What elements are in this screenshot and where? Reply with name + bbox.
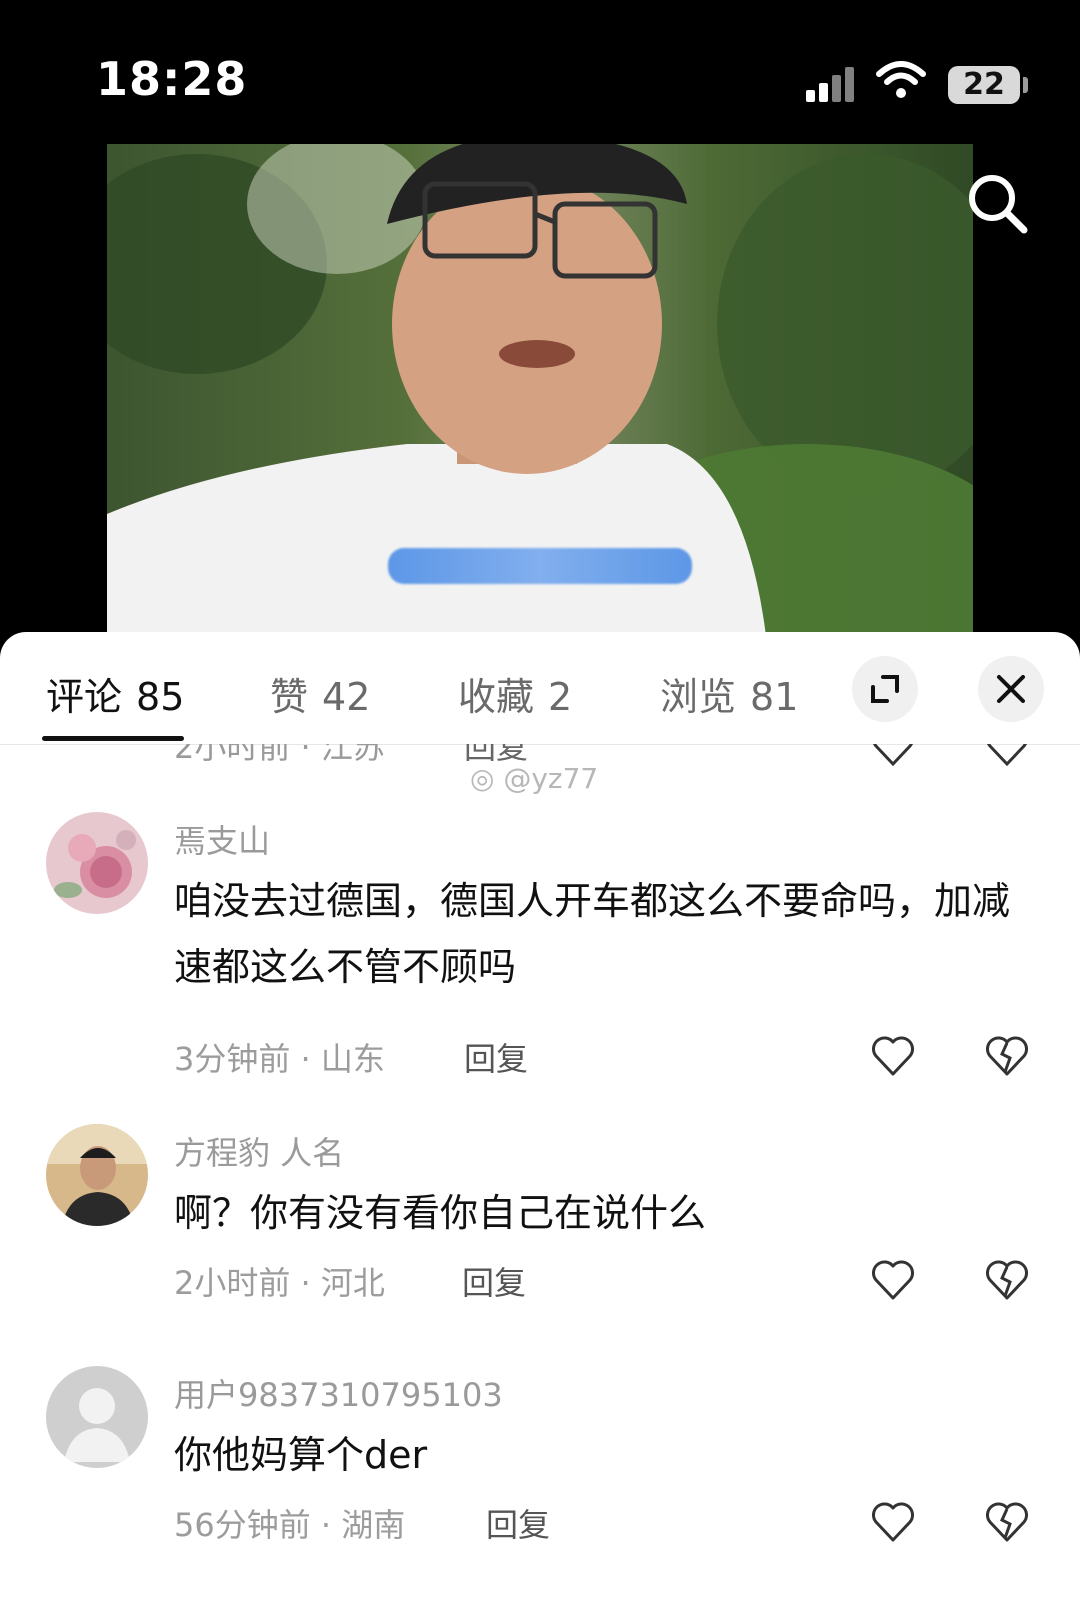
comment-text: 咱没去过德国，德国人开车都这么不要命吗，加减速都这么不管不顾吗: [174, 879, 1011, 989]
comment-item: 焉支山 咱没去过德国，德国人开车都这么不要命吗，加减速都这么不管不顾吗 3分钟前…: [0, 812, 1080, 1082]
heart-icon[interactable]: [870, 1500, 916, 1544]
tab-likes-label: 赞: [270, 675, 309, 719]
tab-comments-label: 评论: [46, 675, 123, 719]
tab-favorites[interactable]: 收藏 2: [458, 666, 572, 721]
comment-meta: 2小时前 · 河北: [174, 1264, 385, 1302]
tab-favorites-count: 2: [548, 675, 573, 719]
tab-views-count: 81: [750, 675, 799, 719]
avatar[interactable]: [46, 1124, 148, 1226]
broken-heart-icon[interactable]: [984, 1500, 1030, 1544]
avatar[interactable]: [46, 1366, 148, 1468]
comments-panel: 评论 85 赞 42 收藏 2 浏览 81 2小时前 · 江苏 回复 ◎ @yz…: [0, 632, 1080, 1604]
default-avatar-image: [46, 1366, 148, 1468]
search-icon[interactable]: [962, 168, 1032, 238]
tab-likes-count: 42: [322, 675, 371, 719]
tab-comments[interactable]: 评论 85: [46, 666, 184, 721]
reply-button[interactable]: 回复: [486, 1500, 550, 1546]
comment-meta: 56分钟前 · 湖南: [174, 1506, 406, 1544]
wifi-icon: [876, 61, 926, 98]
broken-heart-icon[interactable]: [984, 1034, 1030, 1078]
active-tab-indicator: [42, 736, 184, 741]
comment-meta: 3分钟前 · 山东: [174, 1040, 385, 1078]
tab-likes[interactable]: 赞 42: [270, 666, 370, 721]
close-icon: [997, 675, 1025, 703]
comment-item: 用户9837310795103 你他妈算个der 56分钟前 · 湖南 回复: [0, 1366, 1080, 1566]
heart-icon[interactable]: [870, 744, 916, 768]
watermark-text: @yz77: [503, 762, 599, 795]
tab-comments-count: 85: [136, 675, 185, 719]
comment-item: 方程豹 人名 啊？你有没有看你自己在说什么 2小时前 · 河北 回复: [0, 1124, 1080, 1324]
comment-username[interactable]: 焉支山: [174, 816, 270, 862]
expand-icon: [871, 675, 899, 703]
status-bar: 18:28 22: [0, 0, 1080, 150]
broken-heart-icon[interactable]: [984, 744, 1030, 768]
person-avatar-image: [46, 1124, 148, 1226]
close-button[interactable]: [978, 656, 1044, 722]
cellular-signal-icon: [806, 66, 854, 102]
panel-tabs: 评论 85 赞 42 收藏 2 浏览 81: [0, 632, 1080, 745]
expand-button[interactable]: [852, 656, 918, 722]
weibo-icon: ◎: [470, 762, 504, 795]
blurred-caption: [388, 548, 692, 584]
battery-tip: [1023, 77, 1028, 93]
status-time: 18:28: [96, 52, 248, 106]
tab-views-label: 浏览: [660, 675, 737, 719]
tab-favorites-label: 收藏: [458, 675, 535, 719]
battery-indicator: 22: [948, 66, 1020, 104]
reply-button[interactable]: 回复: [462, 1258, 526, 1304]
heart-icon[interactable]: [870, 1034, 916, 1078]
broken-heart-icon[interactable]: [984, 1258, 1030, 1302]
avatar[interactable]: [46, 812, 148, 914]
watermark: ◎ @yz77: [470, 762, 598, 795]
heart-icon[interactable]: [870, 1258, 916, 1302]
reply-button[interactable]: 回复: [464, 1034, 528, 1080]
comment-username[interactable]: 方程豹 人名: [174, 1128, 344, 1174]
comment-username[interactable]: 用户9837310795103: [174, 1370, 503, 1416]
comment-text: 啊？你有没有看你自己在说什么: [174, 1191, 707, 1235]
comment-text: 你他妈算个der: [174, 1433, 428, 1477]
partial-comment-meta: 2小时前 · 江苏: [174, 744, 385, 766]
rose-avatar-image: [46, 812, 148, 914]
tab-views[interactable]: 浏览 81: [660, 666, 798, 721]
